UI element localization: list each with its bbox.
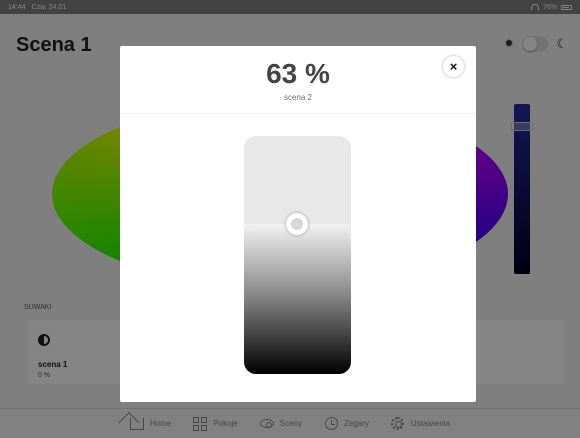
dimmer-slider[interactable] [244,136,351,374]
modal-value: 63 % [266,58,330,89]
modal-subtitle: scena 2 [283,93,313,102]
dimmer-slider-handle[interactable] [286,213,308,235]
dimmer-modal: 63 % scena 2 × [120,46,476,402]
dimmer-slider-fill [244,224,351,374]
close-button[interactable]: × [443,56,464,77]
modal-header: 63 % scena 2 [120,46,476,114]
close-icon: × [449,59,458,74]
